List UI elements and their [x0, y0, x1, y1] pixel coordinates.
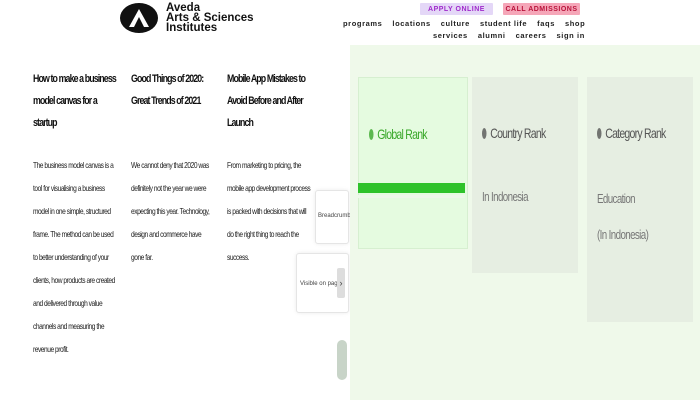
- article-card[interactable]: Good Things of 2020: Great Trends of 202…: [131, 68, 219, 262]
- nav-careers[interactable]: careers: [516, 31, 547, 40]
- main-nav: programs locations culture student life …: [343, 19, 595, 28]
- nav-sign-in[interactable]: sign in: [557, 31, 585, 40]
- article-excerpt: The business model canvas is a tool for …: [33, 160, 115, 354]
- logo[interactable]: Aveda Arts & Sciences Institutes: [120, 2, 254, 34]
- logo-text: Aveda Arts & Sciences Institutes: [166, 2, 254, 34]
- article-card[interactable]: How to make a business model canvas for …: [33, 68, 121, 354]
- nav-locations[interactable]: locations: [392, 19, 430, 28]
- floating-widget[interactable]: Visible on page ›: [296, 253, 349, 313]
- country-rank-card[interactable]: Country Rank In Indonesia: [472, 77, 578, 273]
- nav-student-life[interactable]: student life: [480, 19, 527, 28]
- page: Aveda Arts & Sciences Institutes APPLY O…: [0, 0, 700, 400]
- logo-line-3: Institutes: [166, 22, 218, 34]
- flag-icon: [482, 128, 487, 139]
- floating-widget[interactable]: Breadcrumbs: [315, 190, 354, 244]
- nav-programs[interactable]: programs: [343, 19, 382, 28]
- global-rank-card[interactable]: Global Rank: [358, 77, 468, 249]
- article-card[interactable]: Mobile App Mistakes to Avoid Before and …: [227, 68, 315, 262]
- category-rank-sub-2: (In Indonesia): [597, 227, 649, 242]
- widget-text: Breadcrumbs: [318, 213, 354, 219]
- article-title[interactable]: Good Things of 2020: Great Trends of 202…: [131, 68, 219, 112]
- global-rank-bar: [358, 183, 465, 193]
- article-excerpt: We cannot deny that 2020 was definitely …: [131, 160, 210, 262]
- category-rank-sub: Education: [597, 191, 636, 206]
- category-rank-text: Category Rank: [605, 125, 666, 141]
- category-rank-label: Category Rank: [597, 125, 666, 141]
- globe-icon: [369, 129, 374, 140]
- nav-alumni[interactable]: alumni: [478, 31, 506, 40]
- apply-online-button[interactable]: APPLY ONLINE: [420, 3, 493, 15]
- widget-text: Visible on page: [300, 281, 341, 287]
- country-rank-text: Country Rank: [490, 125, 546, 141]
- article-title[interactable]: Mobile App Mistakes to Avoid Before and …: [227, 68, 315, 134]
- secondary-nav: services alumni careers sign in: [433, 31, 595, 40]
- country-rank-sub: In Indonesia: [482, 189, 529, 204]
- category-icon: [597, 128, 602, 139]
- call-admissions-button[interactable]: CALL ADMISSIONS: [503, 3, 580, 15]
- aveda-logo-icon: [120, 3, 158, 33]
- country-rank-label: Country Rank: [482, 125, 546, 141]
- article-title[interactable]: How to make a business model canvas for …: [33, 68, 121, 134]
- nav-shop[interactable]: shop: [565, 19, 585, 28]
- nav-services[interactable]: services: [433, 31, 468, 40]
- nav-faqs[interactable]: faqs: [537, 19, 555, 28]
- divider: [358, 195, 465, 198]
- chevron-right-icon[interactable]: ›: [337, 268, 345, 298]
- rank-panel: Global Rank Country Rank In Indonesia Ca…: [350, 45, 700, 400]
- article-excerpt: From marketing to pricing, the mobile ap…: [227, 160, 311, 262]
- chat-icon[interactable]: [337, 340, 347, 380]
- global-rank-text: Global Rank: [377, 126, 427, 142]
- category-rank-card[interactable]: Category Rank Education (In Indonesia): [587, 77, 693, 322]
- nav-culture[interactable]: culture: [441, 19, 470, 28]
- global-rank-label: Global Rank: [369, 126, 428, 142]
- global-rank-bar-fill: [358, 183, 465, 193]
